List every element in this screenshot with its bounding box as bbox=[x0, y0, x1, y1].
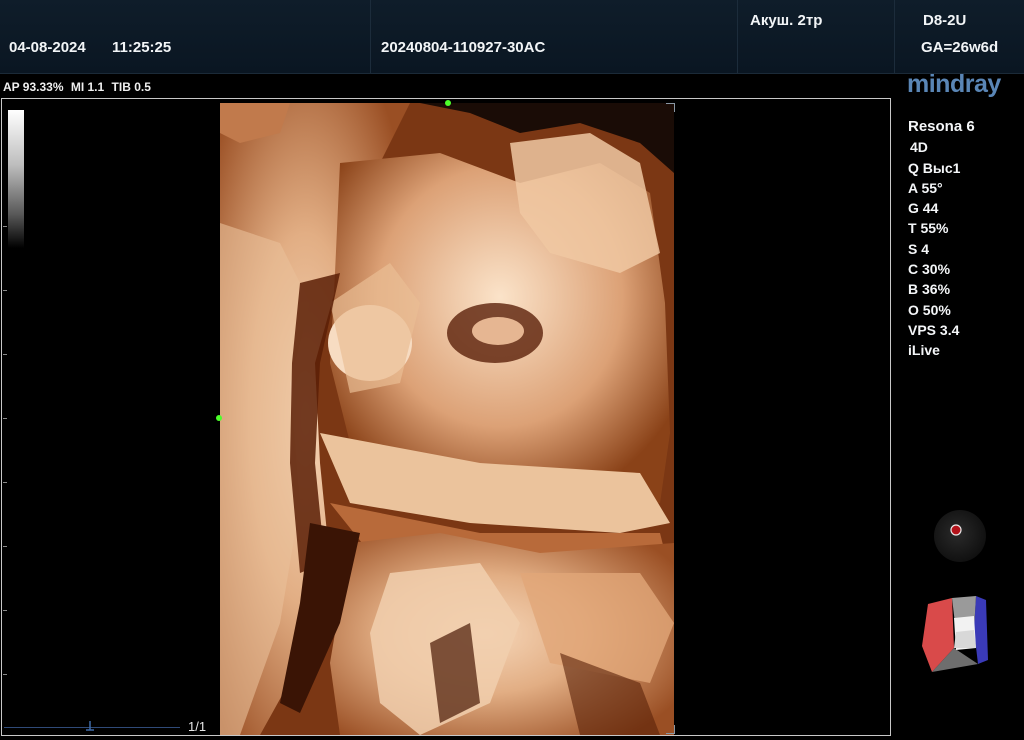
depth-tick bbox=[3, 674, 7, 675]
header-exam-cell: Акуш. 2тр bbox=[738, 0, 895, 73]
top-orientation-marker bbox=[445, 100, 451, 106]
depth-ruler bbox=[3, 100, 11, 732]
exam-time: 11:25:25 bbox=[112, 39, 172, 56]
param-ilive: iLive bbox=[908, 342, 940, 359]
fetal-face-render bbox=[220, 103, 674, 735]
roi-corner-top-right bbox=[666, 103, 675, 112]
cine-scroll-knob[interactable] bbox=[86, 721, 94, 731]
header-probe-cell: D8-2U GA=26w6d bbox=[895, 0, 1024, 73]
tib-value: TIB 0.5 bbox=[111, 80, 151, 94]
depth-tick bbox=[3, 226, 7, 227]
param-vps: VPS 3.4 bbox=[908, 321, 960, 338]
exam-type: Акуш. 2тр bbox=[750, 12, 823, 29]
mi-value: MI 1.1 bbox=[70, 80, 105, 94]
system-model: Resona 6 bbox=[908, 118, 975, 135]
imaging-parameters: Resona 6 4D Q Выс1 A 55° G 44 T 55% S 4 … bbox=[908, 117, 975, 361]
depth-tick bbox=[3, 610, 7, 611]
imaging-mode: 4D bbox=[910, 139, 928, 156]
depth-tick bbox=[3, 482, 7, 483]
ap-value: AP 93.33% bbox=[3, 80, 64, 94]
acoustic-output-line: AP 93.33% MI 1.1 TIB 0.5 bbox=[3, 80, 155, 94]
light-position-icon bbox=[950, 524, 962, 536]
param-contrast: C 30% bbox=[908, 261, 951, 278]
light-source-ball-icon[interactable] bbox=[934, 510, 986, 562]
side-orientation-marker bbox=[216, 415, 222, 421]
param-gain: G 44 bbox=[908, 200, 939, 217]
exam-date: 04-08-2024 bbox=[9, 39, 86, 56]
orientation-cube-icon[interactable] bbox=[920, 590, 992, 680]
param-angle: A 55° bbox=[908, 179, 943, 196]
brand-logo: mindray bbox=[907, 70, 1001, 98]
param-brightness: B 36% bbox=[908, 281, 951, 298]
param-smooth: S 4 bbox=[908, 240, 930, 257]
probe-name: D8-2U bbox=[923, 12, 967, 29]
gestational-age: GA=26w6d bbox=[921, 39, 999, 56]
param-opacity: O 50% bbox=[908, 301, 951, 318]
depth-tick bbox=[3, 418, 7, 419]
depth-tick bbox=[3, 354, 7, 355]
page-indicator: 1/1 bbox=[188, 719, 207, 734]
depth-tick bbox=[3, 290, 7, 291]
roi-corner-bottom-right bbox=[666, 725, 675, 734]
header-bar: 04-08-2024 11:25:25 20240804-110927-30AC… bbox=[0, 0, 1024, 74]
header-id-cell: 20240804-110927-30AC bbox=[371, 0, 738, 73]
volume-render-image[interactable] bbox=[220, 103, 674, 735]
param-threshold: T 55% bbox=[908, 220, 949, 237]
header-datetime-cell: 04-08-2024 11:25:25 bbox=[0, 0, 371, 73]
param-quality: Q Выс1 bbox=[908, 159, 961, 176]
depth-tick bbox=[3, 546, 7, 547]
patient-id: 20240804-110927-30AC bbox=[381, 39, 546, 56]
